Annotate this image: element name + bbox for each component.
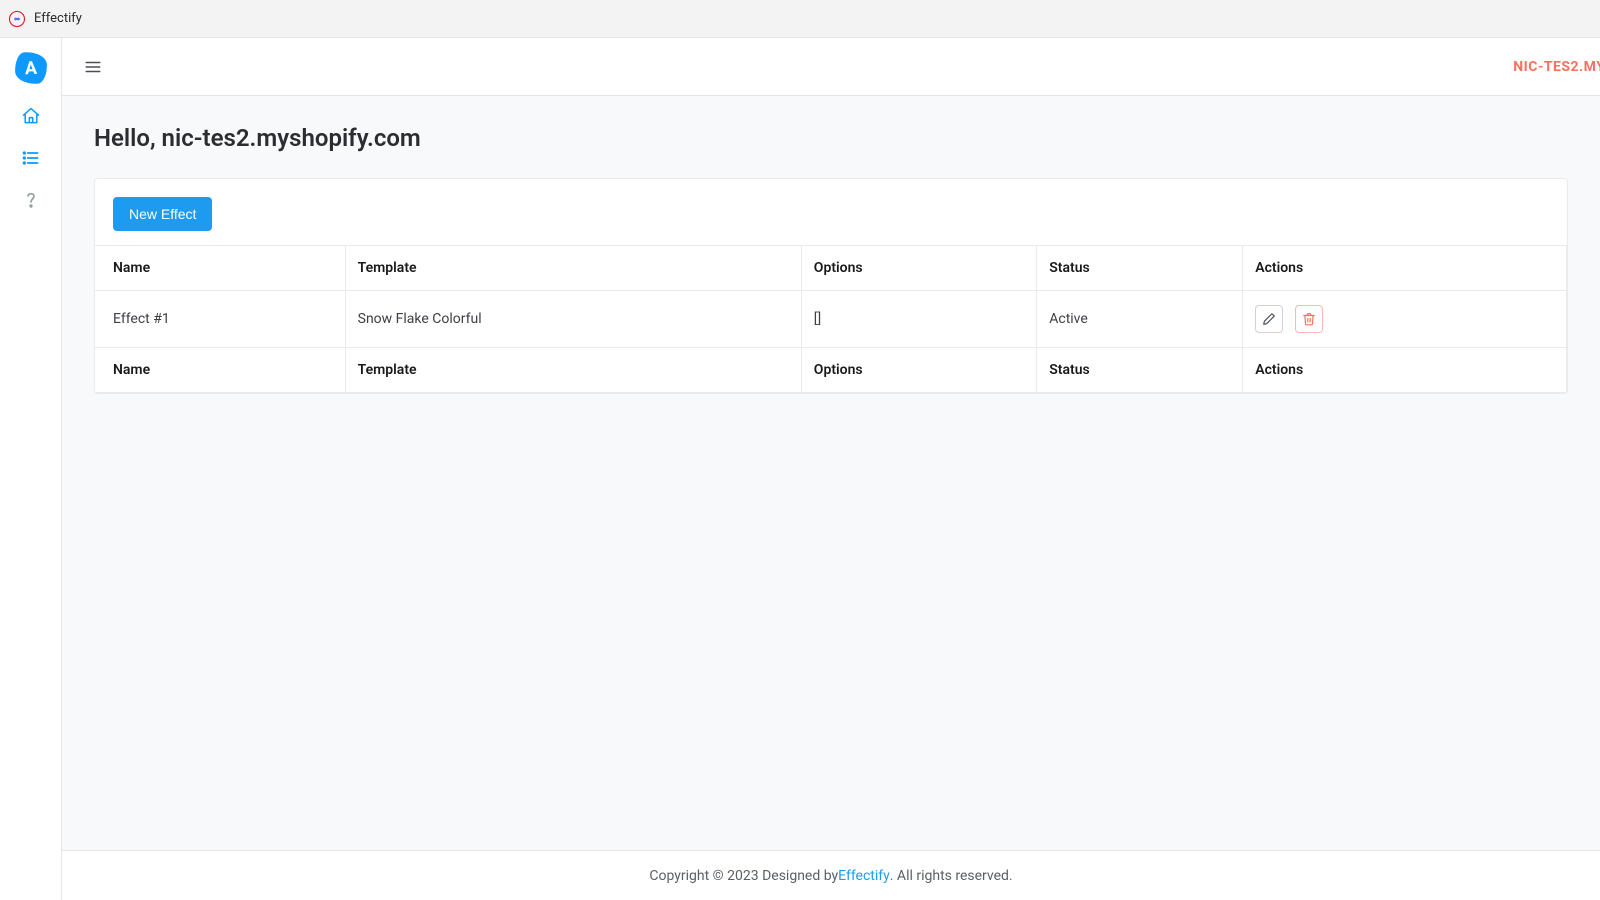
footer-text-suffix: . All rights reserved. — [890, 868, 1013, 884]
brand-logo[interactable]: A — [14, 51, 47, 84]
topbar: NIC-TES2.MYSHOPIFY.COM — [62, 38, 1600, 96]
col-header-name: Name — [95, 246, 345, 291]
col-header-actions: Actions — [1243, 246, 1567, 291]
cell-options: [] — [801, 291, 1036, 348]
edit-button[interactable] — [1255, 305, 1283, 333]
col-footer-template: Template — [345, 348, 801, 393]
col-header-status: Status — [1037, 246, 1243, 291]
footer-link[interactable]: Effectify — [838, 868, 890, 884]
table-footer-row: Name Template Options Status Actions — [95, 348, 1567, 393]
sidebar: A — [0, 38, 62, 900]
effects-card: New Effect Name Template Options Status … — [94, 178, 1568, 394]
home-icon[interactable] — [21, 106, 41, 126]
delete-button[interactable] — [1295, 305, 1323, 333]
footer: Copyright © 2023 Designed by Effectify .… — [62, 850, 1600, 900]
pencil-icon — [1262, 312, 1276, 326]
col-header-options: Options — [801, 246, 1036, 291]
col-footer-name: Name — [95, 348, 345, 393]
col-footer-options: Options — [801, 348, 1036, 393]
list-icon[interactable] — [21, 148, 41, 168]
col-header-template: Template — [345, 246, 801, 291]
cell-template: Snow Flake Colorful — [345, 291, 801, 348]
store-link[interactable]: NIC-TES2.MYSHOPIFY.COM — [1513, 59, 1600, 75]
new-effect-button[interactable]: New Effect — [113, 197, 212, 231]
table-header-row: Name Template Options Status Actions — [95, 246, 1567, 291]
cell-actions — [1243, 291, 1567, 348]
col-footer-status: Status — [1037, 348, 1243, 393]
page-title: Hello, nic-tes2.myshopify.com — [94, 124, 1568, 152]
cell-name: Effect #1 — [95, 291, 345, 348]
footer-text-prefix: Copyright © 2023 Designed by — [649, 868, 838, 884]
app-banner-title: Effectify — [34, 11, 82, 26]
app-banner: Effectify — [0, 0, 1600, 38]
col-footer-actions: Actions — [1243, 348, 1567, 393]
effects-table: Name Template Options Status Actions Eff… — [95, 245, 1567, 393]
cell-status: Active — [1037, 291, 1243, 348]
effectify-swirl-icon — [8, 10, 26, 28]
help-icon[interactable] — [21, 190, 41, 210]
trash-icon — [1302, 312, 1316, 326]
hamburger-icon[interactable] — [84, 58, 102, 76]
table-row: Effect #1 Snow Flake Colorful [] Active — [95, 291, 1567, 348]
